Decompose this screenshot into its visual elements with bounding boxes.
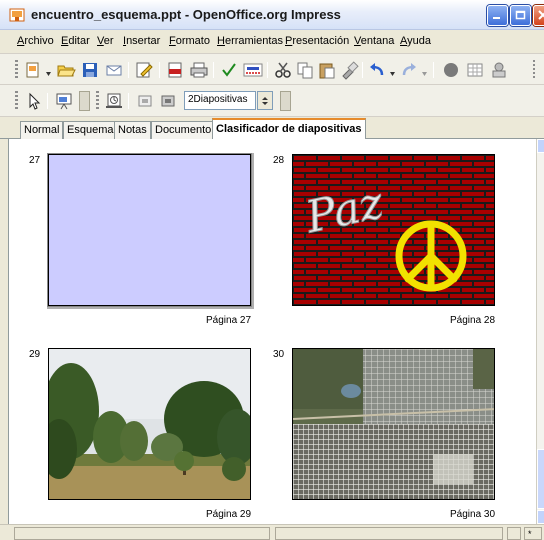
toolbar-separator bbox=[267, 62, 268, 78]
tab-notas[interactable]: Notas bbox=[114, 121, 151, 139]
slide-page-label: Página 28 bbox=[450, 315, 496, 326]
minimize-button[interactable] bbox=[487, 5, 508, 26]
paste-icon[interactable] bbox=[317, 60, 337, 80]
menu-insertar[interactable]: Insertar bbox=[123, 35, 160, 47]
modified-marker: * bbox=[528, 529, 532, 539]
slide-number: 28 bbox=[273, 155, 285, 166]
park-photo bbox=[49, 349, 250, 499]
scroll-down-button[interactable] bbox=[537, 510, 544, 524]
new-dropdown-arrow-icon[interactable] bbox=[46, 67, 51, 76]
status-field-zoom bbox=[275, 527, 503, 540]
open-folder-icon[interactable] bbox=[56, 60, 76, 80]
menu-herramientas[interactable]: Herramientas bbox=[217, 35, 283, 47]
toolbar-grip[interactable] bbox=[96, 91, 99, 110]
toolbar-overflow-icon[interactable] bbox=[533, 60, 535, 79]
new-document-icon[interactable] bbox=[23, 60, 43, 80]
toolbar-separator bbox=[128, 93, 129, 109]
close-button[interactable] bbox=[533, 5, 544, 26]
toolbar-grip[interactable] bbox=[15, 91, 18, 110]
slide-page-label: Página 29 bbox=[206, 509, 252, 520]
slide-thumbnail-27[interactable] bbox=[48, 154, 251, 306]
status-field-position bbox=[14, 527, 270, 540]
window-title: encuentro_esquema.ppt - OpenOffice.org I… bbox=[31, 7, 341, 22]
toolbar-separator bbox=[433, 62, 434, 78]
menu-formato[interactable]: Formato bbox=[169, 35, 210, 47]
export-pdf-icon[interactable] bbox=[165, 60, 185, 80]
copy-icon[interactable] bbox=[295, 60, 315, 80]
table-icon[interactable] bbox=[465, 60, 485, 80]
scroll-thumb[interactable] bbox=[537, 449, 544, 509]
toolbar-options-button[interactable] bbox=[79, 91, 90, 111]
tab-normal[interactable]: Normal bbox=[20, 121, 64, 139]
select-arrow-icon[interactable] bbox=[24, 91, 44, 111]
slide-number: 27 bbox=[29, 155, 41, 166]
title-bar: encuentro_esquema.ppt - OpenOffice.org I… bbox=[0, 0, 544, 30]
menu-presentacion[interactable]: Presentación bbox=[285, 35, 349, 47]
status-bar: * bbox=[0, 524, 544, 540]
slide-number: 30 bbox=[273, 349, 285, 360]
slide-thumbnail-29[interactable] bbox=[48, 348, 251, 500]
menu-editar[interactable]: Editar bbox=[61, 35, 90, 47]
vertical-scrollbar[interactable] bbox=[536, 139, 544, 524]
show-slide-icon[interactable] bbox=[158, 91, 178, 111]
aerial-city-photo bbox=[293, 349, 494, 499]
slide-number: 29 bbox=[29, 349, 41, 360]
status-field-insert bbox=[507, 527, 521, 540]
redo-icon[interactable] bbox=[399, 60, 419, 80]
menu-ver[interactable]: Ver bbox=[97, 35, 114, 47]
maximize-button[interactable] bbox=[510, 5, 531, 26]
slide-page-label: Página 27 bbox=[206, 315, 252, 326]
slide-thumbnail-30[interactable] bbox=[292, 348, 495, 500]
slide-show-icon[interactable] bbox=[54, 91, 74, 111]
tab-esquema[interactable]: Esquema bbox=[63, 121, 118, 139]
undo-icon[interactable] bbox=[367, 60, 387, 80]
menu-ventana[interactable]: Ventana bbox=[354, 35, 394, 47]
slide-thumbnail-28[interactable]: Paz bbox=[292, 154, 495, 306]
spellcheck-icon[interactable] bbox=[219, 60, 239, 80]
menu-bar: Archivo Editar Ver Insertar Formato Herr… bbox=[0, 30, 544, 54]
save-icon[interactable] bbox=[80, 60, 100, 80]
navigator-icon[interactable] bbox=[489, 60, 509, 80]
menu-ayuda[interactable]: Ayuda bbox=[400, 35, 431, 47]
tab-clasificador-de-diapositivas[interactable]: Clasificador de diapositivas bbox=[212, 118, 366, 140]
toolbar-separator bbox=[362, 62, 363, 78]
email-icon[interactable] bbox=[104, 60, 124, 80]
menu-archivo[interactable]: Archivo bbox=[17, 35, 54, 47]
slide-sorter-area: 27 Página 27 28 Paz Página 28 29 Página … bbox=[8, 139, 536, 524]
format-paintbrush-icon[interactable] bbox=[339, 60, 359, 80]
undo-dropdown-arrow-icon[interactable] bbox=[390, 67, 395, 76]
hide-slide-icon[interactable] bbox=[135, 91, 155, 111]
toolbar-separator bbox=[159, 62, 160, 78]
toolbar-separator bbox=[213, 62, 214, 78]
standard-toolbar bbox=[0, 54, 544, 85]
print-icon[interactable] bbox=[189, 60, 209, 80]
edit-file-icon[interactable] bbox=[134, 60, 154, 80]
view-tabs: Normal Esquema Notas Documento Clasifica… bbox=[0, 117, 544, 140]
scroll-up-button[interactable] bbox=[537, 139, 544, 153]
redo-dropdown-arrow-icon[interactable] bbox=[422, 67, 427, 76]
cut-icon[interactable] bbox=[273, 60, 293, 80]
autospellcheck-icon[interactable] bbox=[243, 60, 263, 80]
toolbar-separator bbox=[128, 62, 129, 78]
impress-app-icon[interactable] bbox=[9, 7, 25, 23]
tab-documento[interactable]: Documento bbox=[151, 121, 216, 139]
toolbar-options-button[interactable] bbox=[280, 91, 291, 111]
show-draw-functions-icon[interactable] bbox=[441, 60, 461, 80]
toolbar-grip[interactable] bbox=[15, 60, 18, 79]
status-field-modified: * bbox=[524, 527, 542, 540]
slide-transition-icon[interactable] bbox=[104, 91, 124, 111]
slides-per-row-spinner[interactable] bbox=[257, 91, 273, 110]
slide-view-toolbar: 2Diapositivas bbox=[0, 85, 544, 117]
slide-page-label: Página 30 bbox=[450, 509, 496, 520]
slides-per-row-field[interactable]: 2Diapositivas bbox=[184, 91, 256, 110]
toolbar-separator bbox=[47, 93, 48, 109]
